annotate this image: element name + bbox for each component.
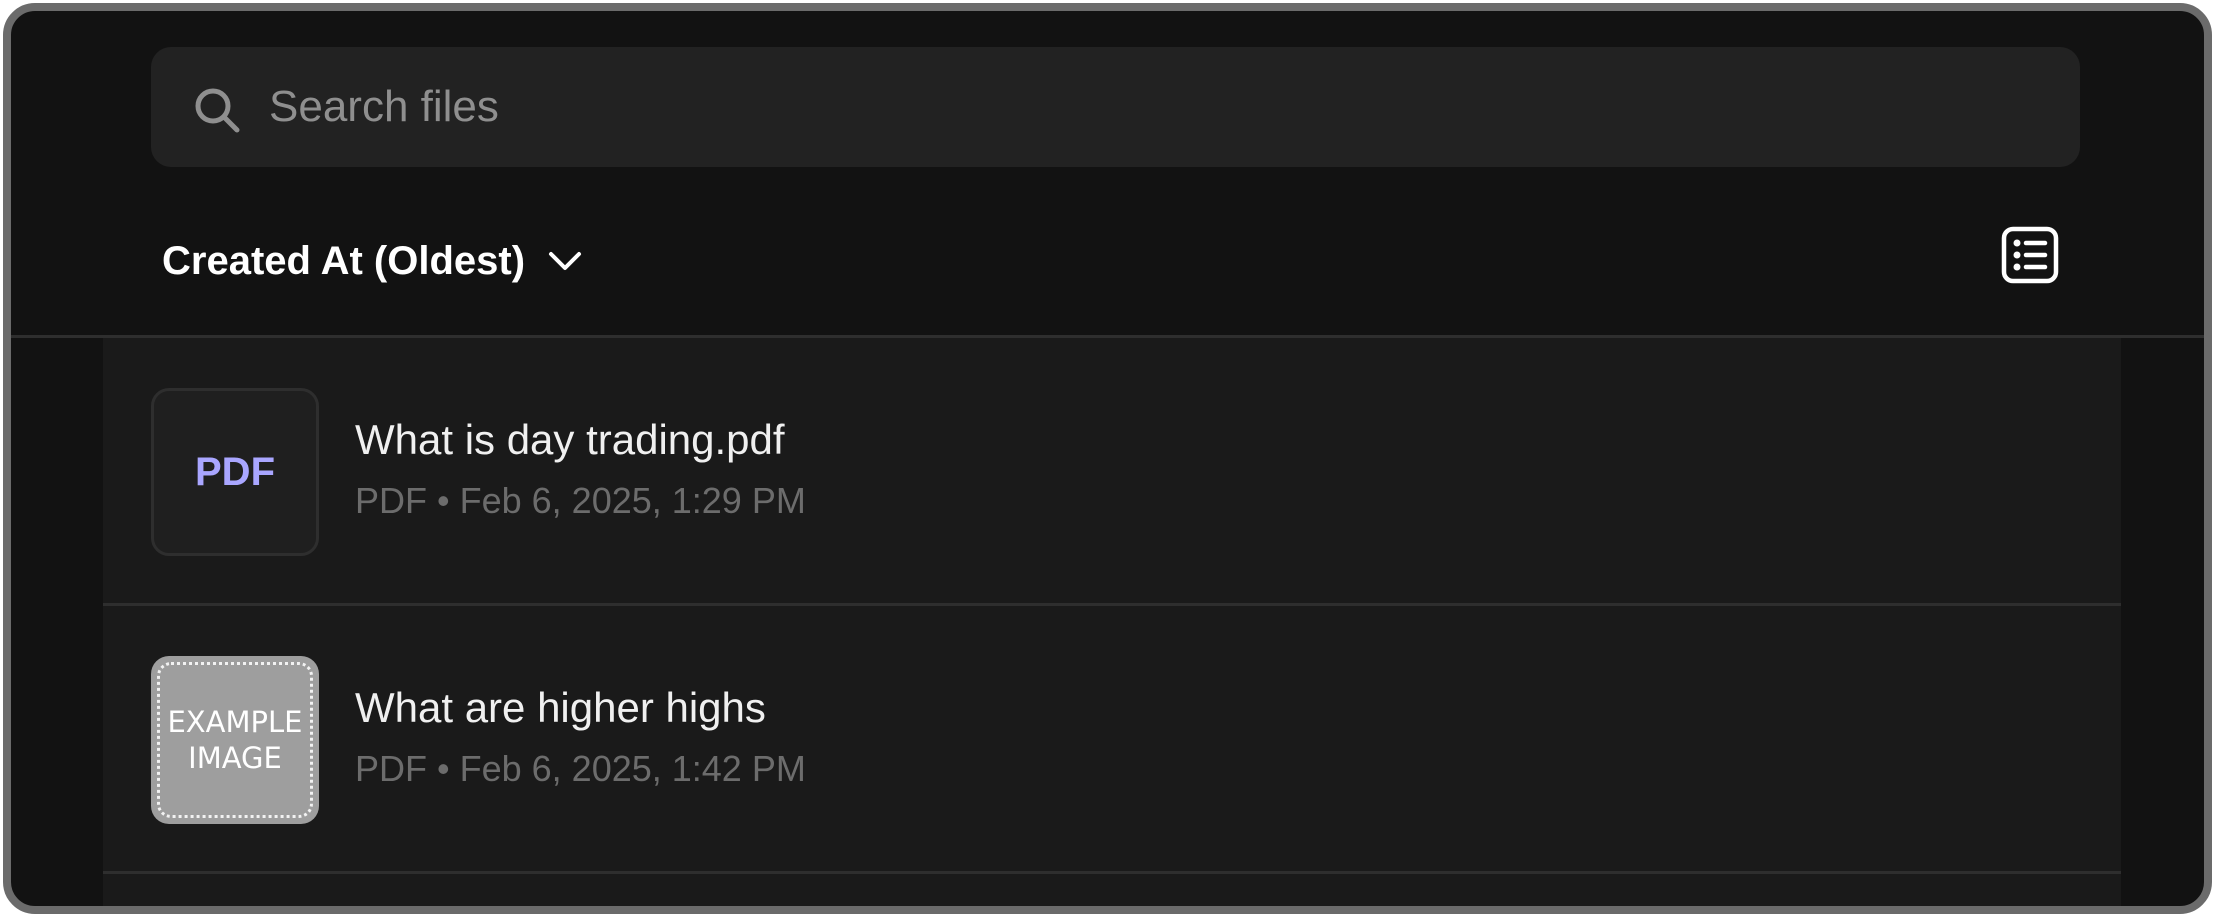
file-name: What are higher highs	[355, 684, 766, 731]
pdf-thumbnail: PDF	[151, 388, 319, 556]
file-name: What is day trading.pdf	[355, 416, 785, 463]
list-view-icon[interactable]	[2000, 225, 2060, 285]
search-icon	[195, 88, 240, 133]
file-browser-panel: Created At (Oldest) PDF What is day trad…	[3, 3, 2212, 914]
file-row[interactable]: EXAMPLE IMAGE What are higher highs PDF …	[103, 606, 2121, 874]
file-list: PDF What is day trading.pdf PDF • Feb 6,…	[103, 338, 2121, 906]
search-bar[interactable]	[151, 47, 2080, 167]
search-input[interactable]	[269, 47, 2049, 167]
pdf-thumbnail-label: PDF	[195, 449, 275, 494]
sort-label: Created At (Oldest)	[162, 238, 526, 283]
file-meta: PDF • Feb 6, 2025, 1:29 PM	[355, 480, 806, 521]
image-thumbnail: EXAMPLE IMAGE	[151, 656, 319, 824]
sort-dropdown[interactable]: Created At (Oldest)	[162, 229, 585, 293]
image-thumbnail-label: EXAMPLE IMAGE	[167, 705, 303, 775]
chevron-down-icon	[549, 252, 582, 270]
file-row[interactable]: PDF What is day trading.pdf PDF • Feb 6,…	[103, 338, 2121, 606]
file-meta: PDF • Feb 6, 2025, 1:42 PM	[355, 748, 806, 789]
